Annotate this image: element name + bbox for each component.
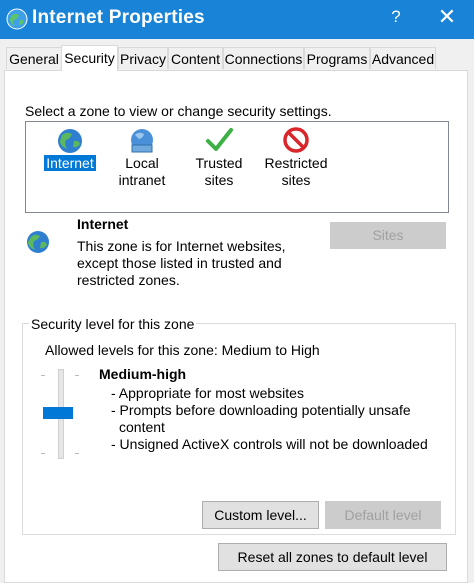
zone-internet-label: Internet	[43, 154, 97, 172]
custom-level-button[interactable]: Custom level...	[202, 501, 319, 529]
security-level-details: - Appropriate for most websites - Prompt…	[111, 385, 431, 453]
zone-name-heading: Internet	[77, 216, 129, 232]
zone-description: This zone is for Internet websites, exce…	[77, 238, 286, 288]
help-button[interactable]: ?	[386, 7, 406, 27]
title-bar: Internet Properties ? ✕	[0, 0, 474, 39]
zone-internet[interactable]: Internet	[30, 122, 110, 212]
check-icon	[206, 128, 233, 151]
close-button[interactable]: ✕	[432, 4, 462, 30]
allowed-levels-text: Allowed levels for this zone: Medium to …	[45, 342, 320, 358]
tab-privacy[interactable]: Privacy	[118, 47, 168, 69]
internet-properties-icon	[6, 8, 28, 30]
tab-programs[interactable]: Programs	[304, 47, 370, 69]
zone-list: Internet Local intranet Trusted sites Re…	[25, 121, 449, 213]
no-entry-icon	[283, 127, 309, 153]
tab-general[interactable]: General	[6, 47, 62, 69]
window-title: Internet Properties	[32, 7, 205, 28]
tab-content[interactable]: Content	[168, 47, 223, 69]
sites-button[interactable]: Sites	[330, 222, 446, 249]
level-detail-line: - Appropriate for most websites	[111, 385, 304, 401]
level-detail-line: - Prompts before downloading potentially…	[111, 402, 411, 435]
selected-zone-globe-icon	[27, 231, 49, 253]
slider-tick	[41, 375, 45, 376]
tab-strip: General Security Privacy Content Connect…	[0, 45, 474, 71]
tab-advanced[interactable]: Advanced	[370, 47, 436, 69]
default-level-button[interactable]: Default level	[325, 501, 441, 529]
globe-icon	[58, 129, 82, 153]
slider-tick	[75, 453, 79, 454]
security-level-group-label: Security level for this zone	[29, 316, 197, 332]
slider-tick	[41, 453, 45, 454]
reset-all-zones-button[interactable]: Reset all zones to default level	[218, 543, 447, 571]
zone-restricted-sites-label: Restricted sites	[264, 155, 328, 188]
zone-trusted-sites[interactable]: Trusted sites	[179, 122, 259, 212]
zone-local-intranet[interactable]: Local intranet	[102, 122, 182, 212]
zone-prompt: Select a zone to view or change security…	[25, 103, 332, 119]
zone-local-intranet-label: Local intranet	[118, 155, 166, 188]
intranet-globe-icon	[131, 129, 153, 153]
zone-trusted-sites-label: Trusted sites	[195, 155, 243, 188]
tab-security[interactable]: Security	[61, 45, 118, 71]
level-detail-line: - Unsigned ActiveX controls will not be …	[111, 436, 428, 452]
security-tab-panel: Select a zone to view or change security…	[4, 70, 468, 583]
security-level-name: Medium-high	[99, 366, 187, 382]
tab-connections[interactable]: Connections	[223, 47, 304, 69]
security-level-slider-thumb[interactable]	[43, 407, 73, 419]
zone-restricted-sites[interactable]: Restricted sites	[256, 122, 336, 212]
slider-tick	[75, 375, 79, 376]
